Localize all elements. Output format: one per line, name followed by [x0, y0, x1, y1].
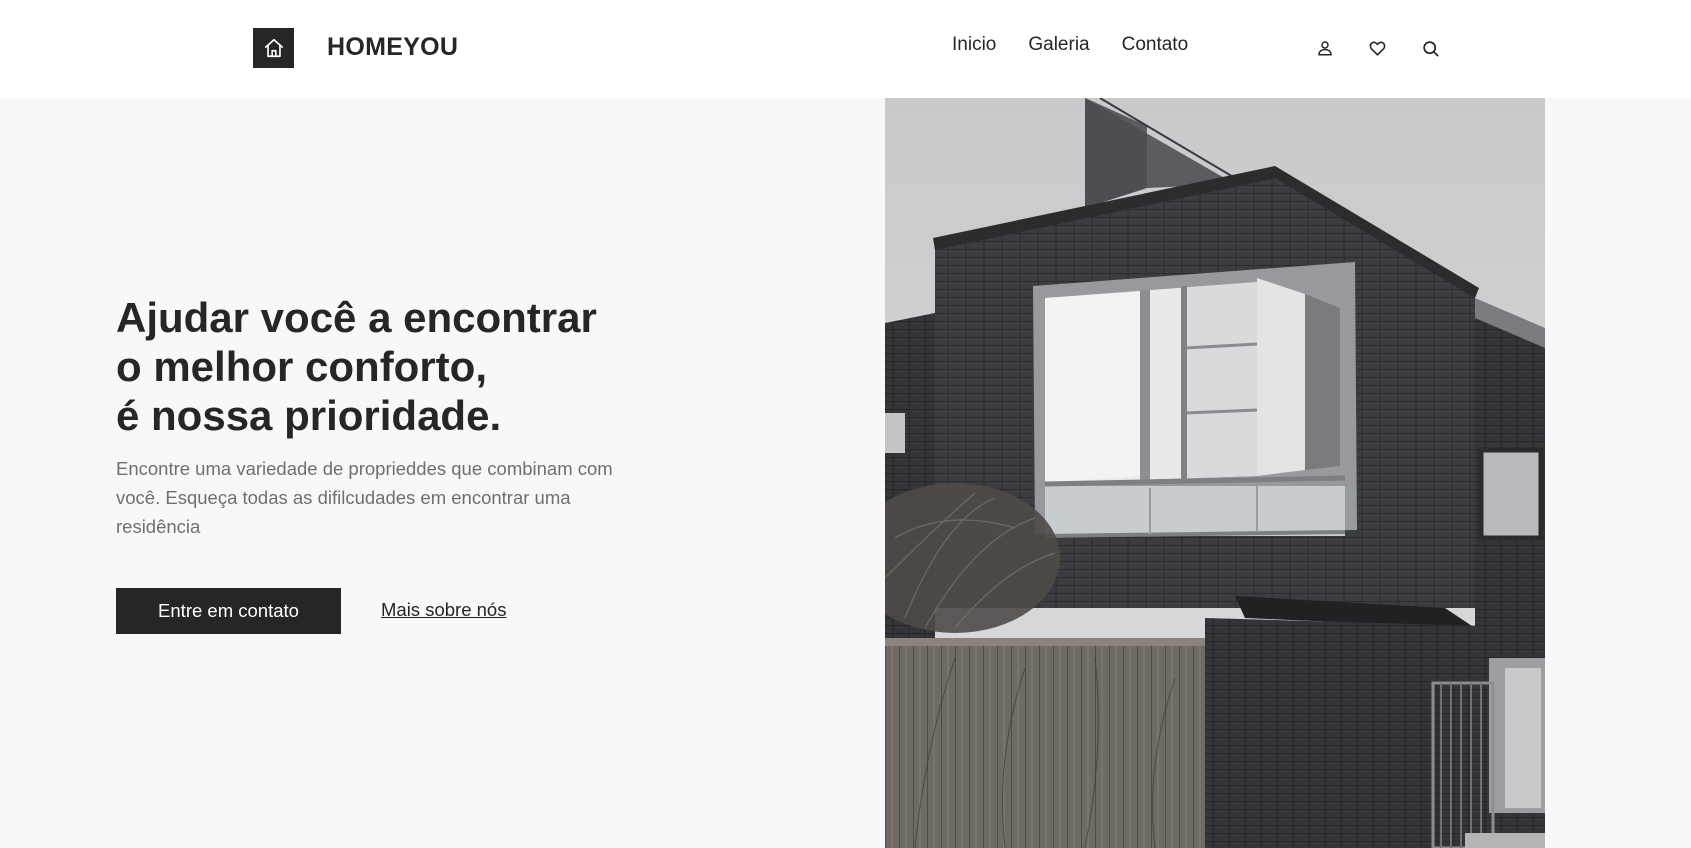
nav-item-galeria[interactable]: Galeria — [1028, 34, 1089, 56]
main-nav: Inicio Galeria Contato — [952, 34, 1188, 56]
hero-title-line-1: Ajudar você a encontrar — [116, 294, 597, 341]
hero-house-image — [885, 98, 1545, 848]
hero-title-line-3: é nossa prioridade. — [116, 392, 502, 439]
nav-item-inicio[interactable]: Inicio — [952, 34, 996, 56]
about-link[interactable]: Mais sobre nós — [381, 599, 506, 621]
hero-right-margin — [1545, 98, 1691, 848]
heart-icon[interactable] — [1366, 37, 1388, 59]
contact-button[interactable]: Entre em contato — [116, 588, 341, 634]
user-icon[interactable] — [1314, 37, 1336, 59]
logo-home-icon[interactable] — [253, 28, 294, 68]
hero-title-line-2: o melhor conforto, — [116, 343, 487, 390]
hero-title: Ajudar você a encontrar o melhor confort… — [116, 293, 676, 440]
search-icon[interactable] — [1419, 37, 1441, 59]
site-header: HOMEYOU Inicio Galeria Contato — [0, 0, 1691, 98]
nav-item-contato[interactable]: Contato — [1122, 34, 1189, 56]
brand-name[interactable]: HOMEYOU — [327, 33, 458, 62]
hero-description: Encontre uma variedade de proprieddes qu… — [116, 458, 613, 537]
